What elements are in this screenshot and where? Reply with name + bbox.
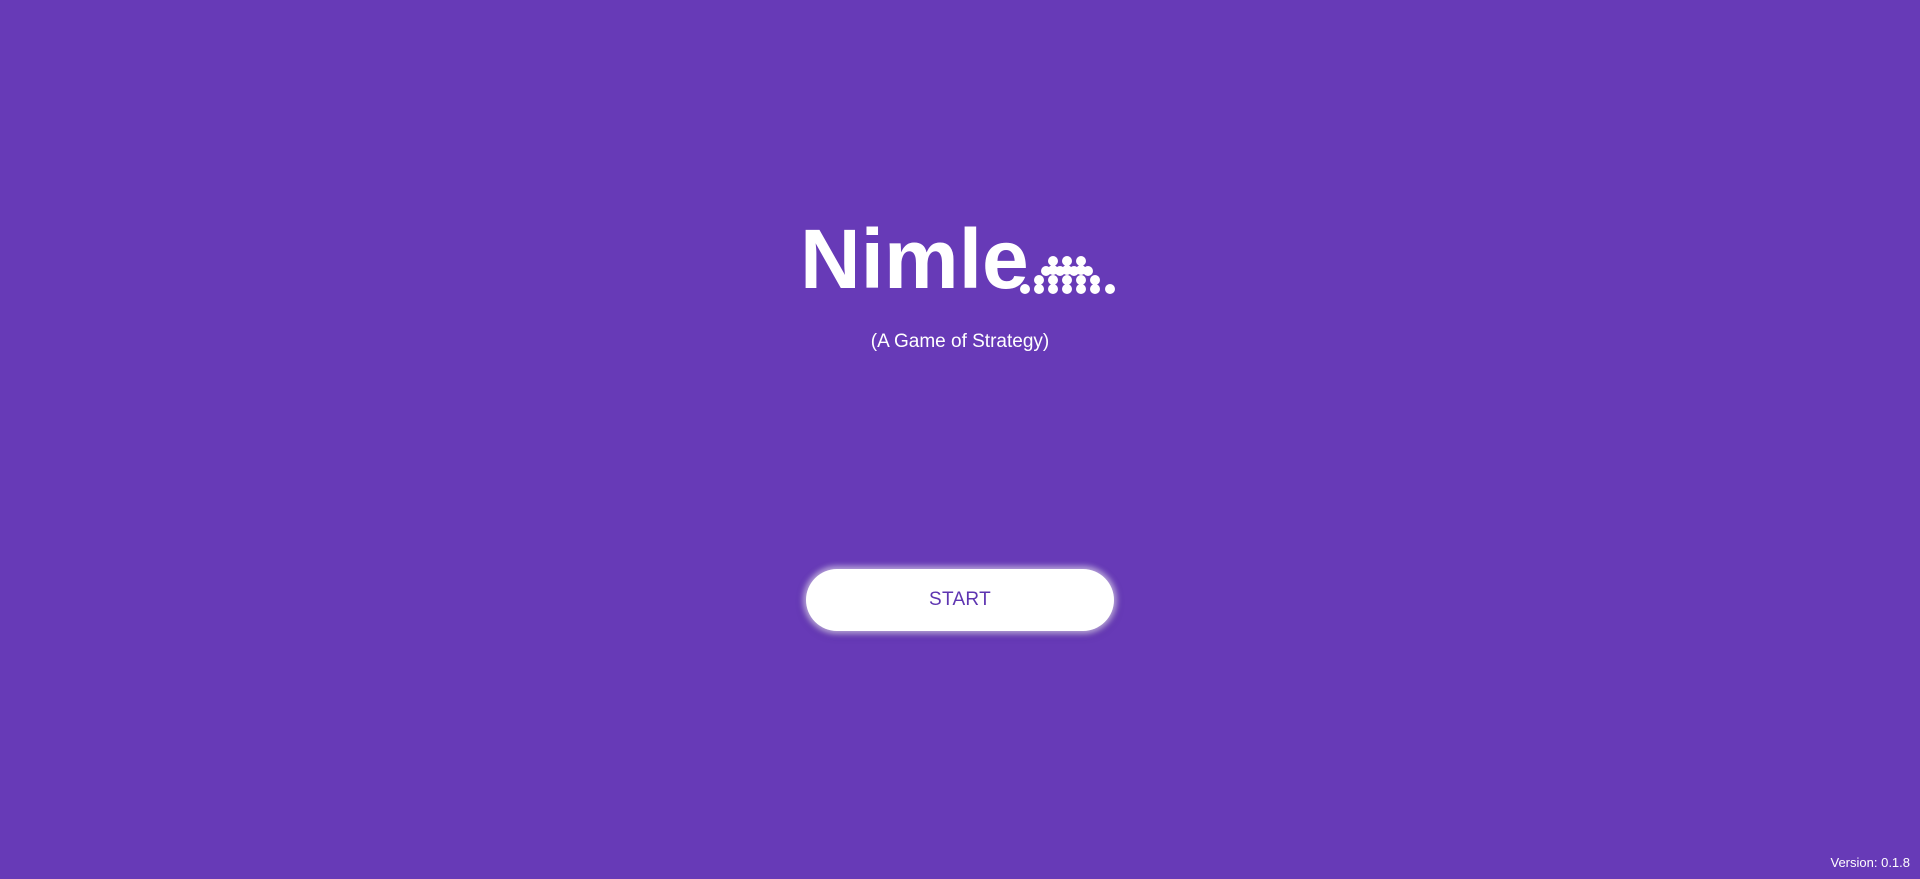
title-row: Nimle	[0, 214, 1920, 304]
version-label: Version: 0.1.8	[1830, 855, 1911, 870]
app-title: Nimle	[800, 212, 1029, 306]
app-subtitle: (A Game of Strategy)	[870, 331, 1050, 352]
start-button[interactable]: START	[806, 569, 1114, 631]
nim-dots-icon	[1020, 256, 1115, 294]
